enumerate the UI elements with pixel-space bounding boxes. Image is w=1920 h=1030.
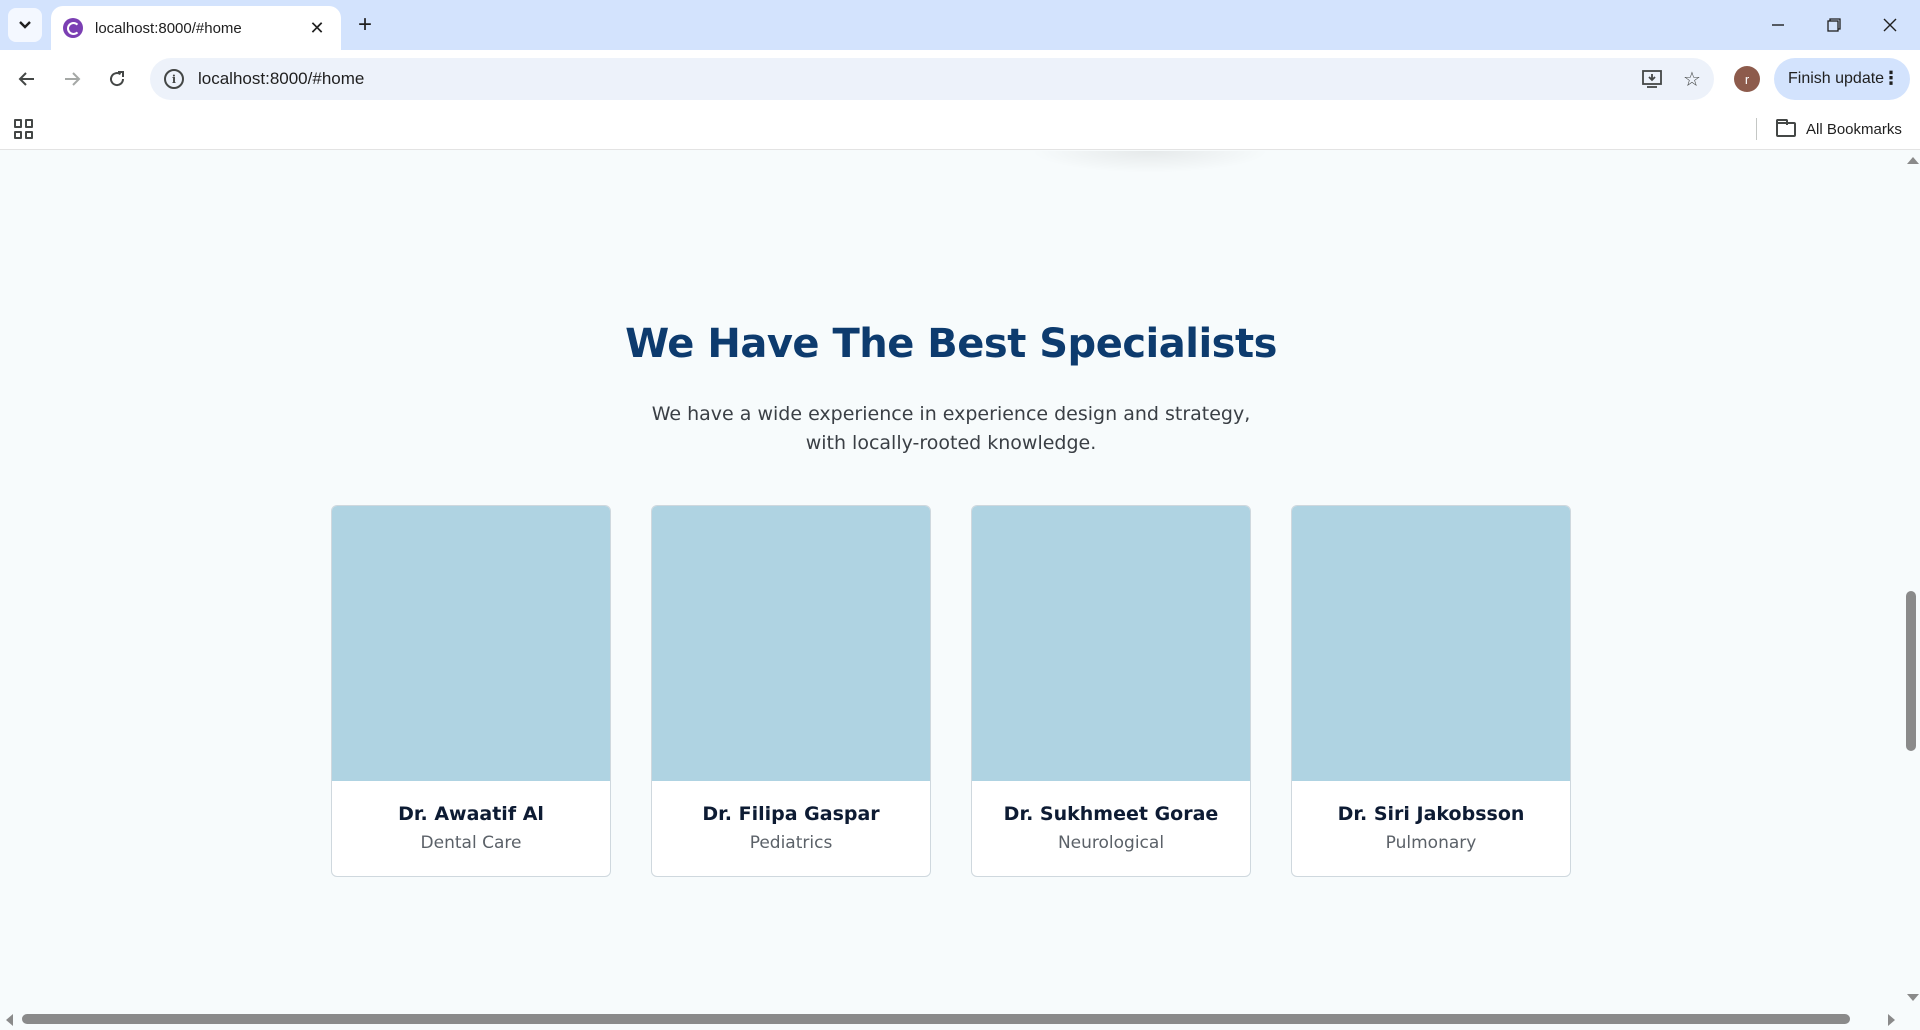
finish-update-label: Finish update	[1788, 70, 1885, 87]
site-favicon-icon	[63, 18, 83, 38]
scroll-up-icon[interactable]	[1907, 157, 1919, 164]
finish-update-button[interactable]: Finish update ⋮	[1774, 58, 1910, 100]
horizontal-scrollbar[interactable]	[0, 1009, 1920, 1030]
specialist-specialty: Dental Care	[420, 833, 522, 853]
info-icon[interactable]: i	[164, 69, 184, 89]
specialist-name: Dr. Filipa Gaspar	[702, 803, 880, 825]
install-icon[interactable]	[1634, 61, 1670, 97]
reload-icon	[110, 71, 125, 87]
minimize-button[interactable]	[1750, 0, 1806, 50]
all-bookmarks-label: All Bookmarks	[1806, 120, 1902, 138]
forward-button[interactable]	[55, 62, 89, 96]
specialist-photo	[972, 506, 1250, 781]
minimize-icon	[1772, 24, 1784, 26]
vertical-scrollbar[interactable]	[1902, 151, 1920, 1009]
description-line-1: We have a wide experience in experience …	[651, 403, 1251, 425]
close-icon	[1883, 18, 1897, 32]
plus-icon: +	[357, 11, 372, 38]
scroll-left-icon[interactable]	[6, 1014, 13, 1026]
restore-button[interactable]	[1806, 0, 1862, 50]
folder-icon	[1776, 118, 1796, 137]
bookmarks-bar: All Bookmarks	[0, 108, 1920, 150]
vertical-scroll-thumb[interactable]	[1906, 591, 1916, 751]
specialist-photo	[652, 506, 930, 781]
section-description: We have a wide experience in experience …	[651, 400, 1251, 458]
browser-toolbar: i localhost:8000/#home ☆ r Finish update…	[0, 50, 1920, 108]
scroll-down-icon[interactable]	[1907, 994, 1919, 1001]
address-bar[interactable]: i localhost:8000/#home ☆	[150, 58, 1714, 100]
bookmarks-divider	[1756, 118, 1757, 140]
chevron-down-icon	[19, 21, 31, 29]
tab-title: localhost:8000/#home	[95, 19, 242, 37]
new-tab-button[interactable]: +	[350, 10, 380, 40]
specialist-name: Dr. Sukhmeet Gorae	[1003, 803, 1219, 825]
specialist-card[interactable]: Dr. Awaatif Al Dental Care	[331, 505, 611, 877]
section-shadow	[1030, 151, 1270, 173]
page-viewport: We Have The Best Specialists We have a w…	[0, 151, 1902, 1009]
specialist-specialty: Pulmonary	[1385, 833, 1477, 853]
scroll-right-icon[interactable]	[1888, 1014, 1895, 1026]
close-icon[interactable]: ✕	[305, 16, 329, 40]
restore-icon	[1827, 18, 1841, 32]
specialist-specialty: Neurological	[1057, 833, 1165, 853]
specialist-card[interactable]: Dr. Sukhmeet Gorae Neurological	[971, 505, 1251, 877]
specialist-photo	[332, 506, 610, 781]
kebab-menu-icon: ⋮	[1882, 68, 1900, 88]
horizontal-scroll-thumb[interactable]	[22, 1014, 1850, 1024]
tab-strip: localhost:8000/#home ✕ +	[0, 0, 1920, 50]
specialist-card[interactable]: Dr. Filipa Gaspar Pediatrics	[651, 505, 931, 877]
arrow-right-icon	[65, 72, 81, 86]
reload-button[interactable]	[100, 62, 134, 96]
apps-grid-icon[interactable]	[14, 119, 34, 139]
all-bookmarks-button[interactable]: All Bookmarks	[1776, 116, 1902, 142]
description-line-2: with locally-rooted knowledge.	[805, 432, 1097, 454]
star-icon[interactable]: ☆	[1674, 61, 1710, 97]
browser-tab[interactable]: localhost:8000/#home ✕	[51, 6, 341, 50]
close-window-button[interactable]	[1862, 0, 1918, 50]
specialist-card[interactable]: Dr. Siri Jakobsson Pulmonary	[1291, 505, 1571, 877]
specialist-specialty: Pediatrics	[749, 833, 833, 853]
back-button[interactable]	[10, 62, 44, 96]
specialist-photo	[1292, 506, 1570, 781]
address-text[interactable]: localhost:8000/#home	[198, 69, 1634, 89]
specialist-name: Dr. Siri Jakobsson	[1337, 803, 1525, 825]
section-title: We Have The Best Specialists	[625, 321, 1277, 367]
tab-search-button[interactable]	[8, 8, 42, 42]
specialist-cards: Dr. Awaatif Al Dental Care Dr. Filipa Ga…	[331, 505, 1571, 877]
arrow-left-icon	[18, 72, 34, 86]
avatar[interactable]: r	[1734, 66, 1760, 92]
specialist-name: Dr. Awaatif Al	[398, 803, 544, 825]
